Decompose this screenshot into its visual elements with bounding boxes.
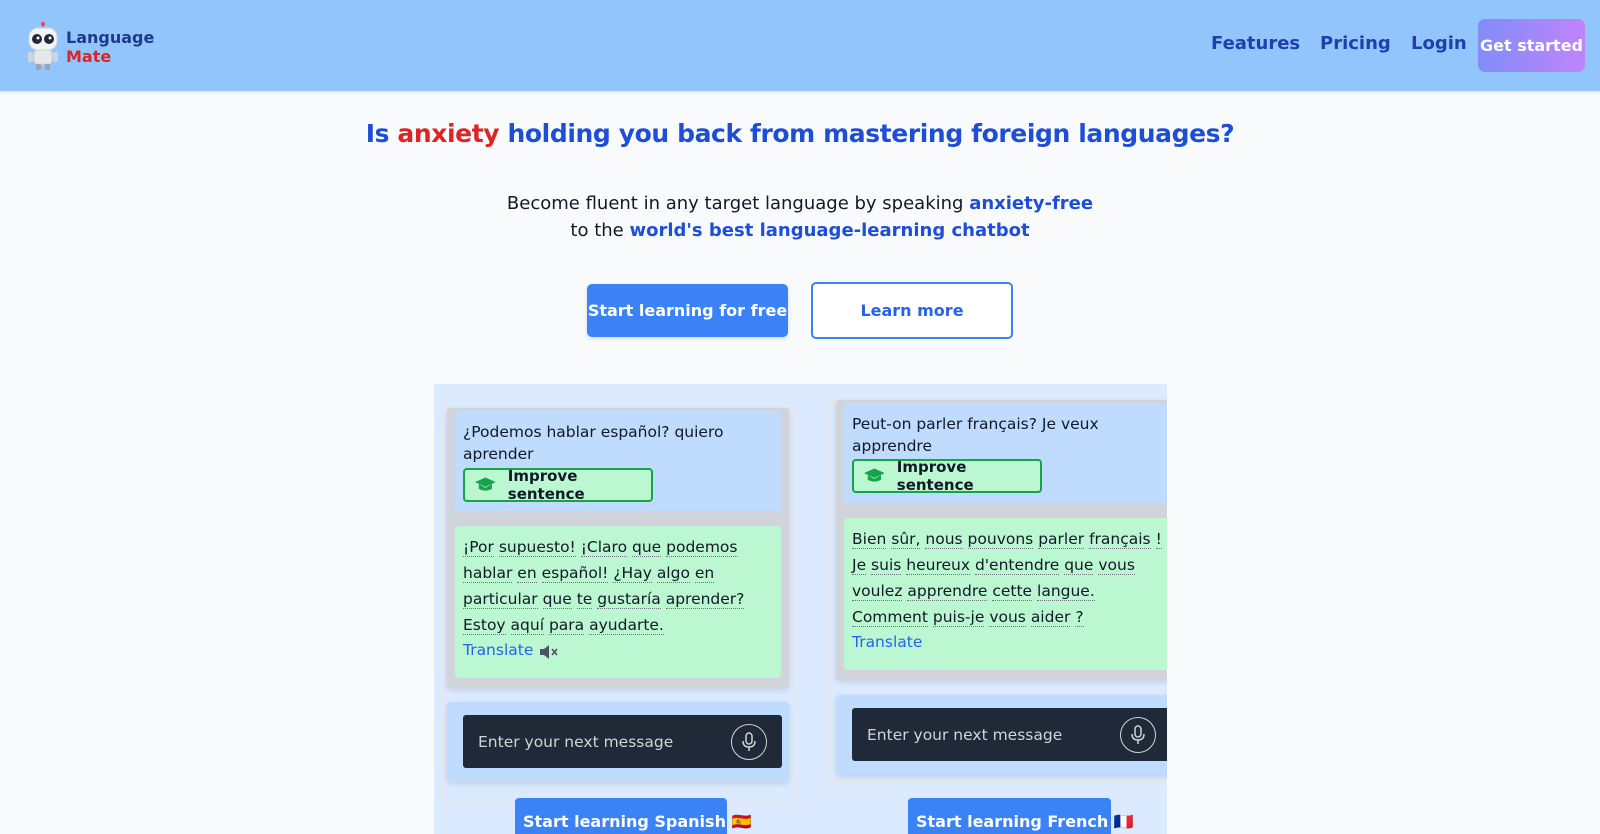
microphone-icon: [1131, 725, 1145, 744]
hero-subtitle: Become fluent in any target language by …: [0, 190, 1600, 244]
spanish-bot-word[interactable]: para: [548, 616, 585, 635]
start-learning-french-button[interactable]: Start learning French 🇫🇷: [908, 798, 1134, 834]
top-navbar: Language Mate Features Pricing Login Get…: [0, 0, 1600, 91]
spanish-input-placeholder: Enter your next message: [478, 732, 674, 751]
french-bot-word[interactable]: sûr,: [891, 530, 921, 549]
graduation-cap-icon: [864, 468, 885, 482]
spanish-bot-word[interactable]: que: [542, 590, 572, 609]
subtitle-line1-text: Become fluent in any target language by …: [506, 193, 970, 214]
spanish-bot-word[interactable]: ¿Hay: [613, 564, 652, 583]
nav-features-link[interactable]: Features: [1211, 33, 1300, 54]
french-bot-word[interactable]: aider: [1030, 608, 1071, 627]
french-translate-link[interactable]: Translate: [852, 633, 922, 651]
french-chat-card: Peut-on parler français? Je veux apprend…: [836, 400, 1167, 680]
french-mic-button[interactable]: [1120, 717, 1156, 753]
spanish-improve-label: Improve sentence: [507, 467, 585, 503]
spanish-bot-word[interactable]: hablar: [463, 564, 513, 583]
spanish-bot-word[interactable]: aprender?: [665, 590, 745, 609]
spanish-translate-link[interactable]: Translate: [463, 641, 533, 659]
brand-name: Language Mate: [66, 28, 154, 66]
spanish-bot-word[interactable]: te: [576, 590, 593, 609]
brand-logo[interactable]: Language Mate: [24, 20, 154, 72]
french-bot-word[interactable]: cette: [992, 582, 1033, 601]
french-user-text: Peut-on parler français? Je veux apprend…: [852, 415, 1099, 455]
french-bot-word[interactable]: voulez: [852, 582, 903, 601]
nav-login-link[interactable]: Login: [1411, 33, 1467, 54]
spanish-bot-word[interactable]: algo: [656, 564, 690, 583]
french-improve-label: Improve sentence: [896, 458, 974, 494]
graduation-cap-icon: [475, 477, 496, 491]
spanish-user-text: ¿Podemos hablar español? quiero aprender: [463, 423, 724, 463]
french-bot-word[interactable]: pouvons: [967, 530, 1034, 549]
french-bot-word[interactable]: français: [1089, 530, 1151, 549]
spanish-mic-button[interactable]: [731, 724, 767, 760]
headline-post: holding you back from mastering foreign …: [499, 119, 1235, 148]
french-bot-word[interactable]: langue.: [1037, 582, 1095, 601]
spanish-bot-text: ¡Por supuesto! ¡Claro que podemos hablar…: [463, 534, 773, 638]
subtitle-line2-highlight: world's best language-learning chatbot: [629, 220, 1030, 241]
french-bot-word[interactable]: vous: [989, 608, 1026, 627]
french-bot-word[interactable]: parler: [1038, 530, 1085, 549]
spanish-bot-word[interactable]: que: [632, 538, 662, 557]
subtitle-line2-text: to the: [570, 220, 630, 241]
spanish-bot-word[interactable]: en: [694, 564, 715, 583]
headline-highlight: anxiety: [397, 119, 500, 148]
start-learning-free-button[interactable]: Start learning for free: [587, 284, 788, 337]
spanish-bot-word[interactable]: español!: [541, 564, 609, 583]
get-started-button[interactable]: Get started: [1478, 19, 1585, 72]
spanish-chat-card: ¿Podemos hablar español? quiero aprender…: [447, 408, 789, 688]
spanish-input-area: Enter your next message: [447, 702, 789, 782]
french-bot-word[interactable]: nous: [925, 530, 963, 549]
spanish-bot-word[interactable]: ¡Por: [463, 538, 494, 557]
french-bot-word[interactable]: apprendre: [907, 582, 988, 601]
french-bot-word[interactable]: Je: [852, 556, 867, 575]
microphone-icon: [742, 732, 756, 751]
french-bot-word[interactable]: que: [1064, 556, 1094, 575]
french-bot-word[interactable]: heureux: [906, 556, 971, 575]
french-bot-word[interactable]: ?: [1075, 608, 1084, 627]
french-bot-word[interactable]: puis-je: [932, 608, 985, 627]
spanish-bot-word[interactable]: Estoy: [463, 616, 506, 635]
french-bot-word[interactable]: vous: [1098, 556, 1135, 575]
brand-name-line2: Mate: [66, 47, 112, 66]
french-input-placeholder: Enter your next message: [867, 725, 1063, 744]
spanish-bot-word[interactable]: ¡Claro: [580, 538, 628, 557]
robot-logo-icon: [28, 22, 58, 70]
french-improve-sentence-button[interactable]: Improve sentence: [852, 458, 1042, 494]
spanish-bot-word[interactable]: gustaría: [597, 590, 661, 609]
mute-speaker-icon[interactable]: [540, 645, 558, 659]
spanish-bot-word[interactable]: podemos: [666, 538, 738, 557]
french-bot-word[interactable]: !: [1155, 530, 1162, 549]
brand-name-line1: Language: [66, 28, 155, 47]
french-bot-text: Bien sûr, nous pouvons parler français !…: [852, 526, 1167, 630]
spanish-bot-word[interactable]: en: [517, 564, 537, 583]
subtitle-line-1: Become fluent in any target language by …: [0, 190, 1600, 217]
chat-demo-section: ¿Podemos hablar español? quiero aprender…: [434, 384, 1167, 834]
french-input-area: Enter your next message: [836, 695, 1167, 775]
spanish-improve-sentence-button[interactable]: Improve sentence: [463, 467, 653, 503]
subtitle-line-2: to the world's best language-learning ch…: [0, 217, 1600, 244]
start-learning-spanish-button[interactable]: Start learning Spanish 🇪🇸: [515, 798, 751, 834]
spanish-bot-word[interactable]: ayudarte.: [589, 616, 664, 635]
spanish-bot-word[interactable]: particular: [463, 590, 538, 609]
nav-pricing-link[interactable]: Pricing: [1320, 33, 1391, 54]
spanish-bot-word[interactable]: supuesto!: [498, 538, 576, 557]
headline-pre: Is: [365, 119, 398, 148]
hero-headline: Is anxiety holding you back from masteri…: [0, 119, 1600, 148]
french-bot-word[interactable]: Bien: [852, 530, 887, 549]
subtitle-line1-highlight: anxiety-free: [969, 193, 1094, 214]
french-bot-word[interactable]: Comment: [852, 608, 928, 627]
french-bot-word[interactable]: suis: [871, 556, 902, 575]
french-bot-word[interactable]: d'entendre: [974, 556, 1060, 575]
spanish-bot-word[interactable]: aquí: [510, 616, 545, 635]
learn-more-button[interactable]: Learn more: [811, 282, 1013, 339]
